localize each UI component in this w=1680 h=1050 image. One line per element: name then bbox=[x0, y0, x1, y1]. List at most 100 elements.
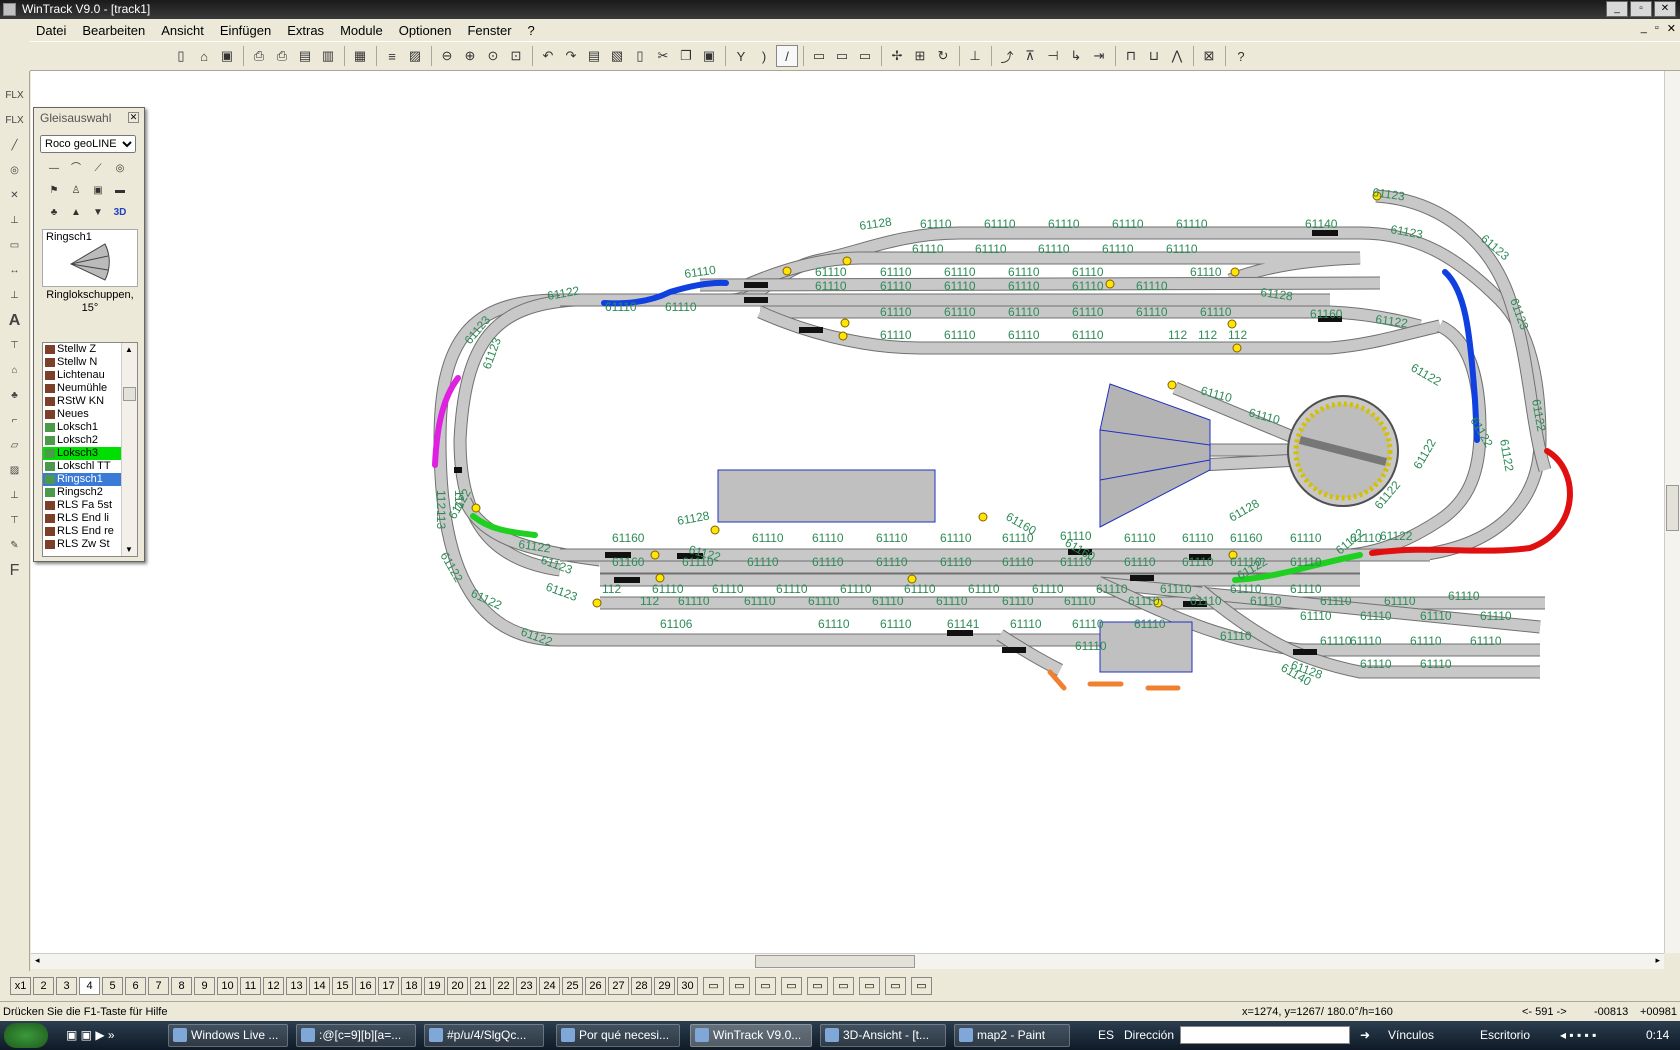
flex-track-icon[interactable]: / bbox=[776, 45, 798, 67]
text-icon[interactable]: A bbox=[4, 310, 26, 332]
landscape-icon[interactable]: ▱ bbox=[4, 435, 26, 457]
page-tab[interactable]: x1 bbox=[10, 977, 31, 995]
list-item[interactable]: RLS Zw St bbox=[43, 538, 121, 551]
up-palette-icon[interactable]: ▲ bbox=[68, 205, 84, 221]
taskbar-item[interactable]: Windows Live ... bbox=[168, 1024, 288, 1047]
bridge-icon[interactable]: ⊓ bbox=[1120, 45, 1142, 67]
shed-palette-icon[interactable]: ▣ bbox=[90, 183, 106, 199]
edit-icon[interactable]: ✎ bbox=[4, 535, 26, 557]
part-list[interactable]: Stellw Z Stellw N Lichtenau Neumühle RSt… bbox=[42, 342, 138, 557]
page-tab[interactable]: 27 bbox=[608, 977, 629, 995]
menu-ansicht[interactable]: Ansicht bbox=[153, 23, 212, 38]
quicklaunch-icons[interactable]: ▣ ▣ ▶ » bbox=[66, 1021, 115, 1050]
page-tab[interactable]: 18 bbox=[401, 977, 422, 995]
arrange-icon[interactable]: ▭ bbox=[854, 45, 876, 67]
dimension-icon[interactable]: ↔ bbox=[4, 260, 26, 282]
switch-track-icon[interactable]: ⟋ bbox=[90, 161, 106, 177]
crossing-icon[interactable]: ✕ bbox=[4, 185, 26, 207]
view-4-icon[interactable]: ▭ bbox=[885, 977, 906, 995]
print-icon[interactable]: ⎙ bbox=[271, 45, 293, 67]
terrain-icon[interactable]: ⋀ bbox=[1166, 45, 1188, 67]
go-arrow-icon[interactable]: ➜ bbox=[1360, 1021, 1370, 1050]
page-tab[interactable]: 20 bbox=[447, 977, 468, 995]
switch-motor[interactable] bbox=[454, 467, 462, 473]
maximize-button[interactable]: ▫ bbox=[1630, 1, 1652, 17]
list-scrollbar[interactable]: ▲ ▼ bbox=[121, 343, 137, 556]
track-system-select[interactable]: Roco geoLINE bbox=[40, 135, 136, 153]
vertical-scrollbar[interactable] bbox=[1664, 71, 1680, 953]
page-tab[interactable]: 24 bbox=[539, 977, 560, 995]
taskbar-item[interactable]: map2 - Paint bbox=[954, 1024, 1070, 1047]
switch-marker[interactable] bbox=[471, 503, 481, 513]
menu-module[interactable]: Module bbox=[332, 23, 391, 38]
close-button[interactable]: ✕ bbox=[1654, 1, 1676, 17]
doc-close-button[interactable]: ✕ bbox=[1667, 22, 1676, 35]
list-item[interactable]: Loksch1 bbox=[43, 421, 121, 434]
page-tab[interactable]: 3 bbox=[56, 977, 77, 995]
start-button[interactable] bbox=[4, 1023, 48, 1048]
save-icon[interactable]: ▣ bbox=[216, 45, 238, 67]
settings-icon[interactable]: ≡ bbox=[381, 45, 403, 67]
level-icon[interactable]: ⊥ bbox=[4, 485, 26, 507]
down-palette-icon[interactable]: ▼ bbox=[90, 205, 106, 221]
flex-2-icon[interactable]: FLX bbox=[4, 110, 26, 132]
rotate-180-icon[interactable]: ↻ bbox=[932, 45, 954, 67]
graph-icon[interactable]: ▨ bbox=[4, 460, 26, 482]
switch-tool-icon[interactable]: Y bbox=[730, 45, 752, 67]
page-tab[interactable]: 22 bbox=[493, 977, 514, 995]
track-segment-fill[interactable] bbox=[699, 277, 1381, 291]
context-help-icon[interactable]: ? bbox=[1230, 45, 1252, 67]
taskbar-item[interactable]: 3D-Ansicht - [t... bbox=[820, 1024, 946, 1047]
properties-icon[interactable]: ▤ bbox=[583, 45, 605, 67]
align-icon[interactable]: ▭ bbox=[831, 45, 853, 67]
scale-icon[interactable]: ⊤ bbox=[4, 510, 26, 532]
3d-view-icon[interactable]: ⊠ bbox=[1198, 45, 1220, 67]
page-tab[interactable]: 16 bbox=[355, 977, 376, 995]
page-tab[interactable]: 15 bbox=[332, 977, 353, 995]
track-icon[interactable]: ╱ bbox=[4, 135, 26, 157]
highlight-stroke[interactable] bbox=[1047, 669, 1181, 691]
parts-list-icon[interactable]: ▥ bbox=[317, 45, 339, 67]
page-tab[interactable]: 2 bbox=[33, 977, 54, 995]
taskbar-item[interactable]: :@[c=9][b][a=... bbox=[296, 1024, 416, 1047]
curve-tool-icon[interactable]: ) bbox=[753, 45, 775, 67]
taskbar-item[interactable]: Por qué necesi... bbox=[556, 1024, 680, 1047]
page-tab[interactable]: 29 bbox=[654, 977, 675, 995]
palette-close-button[interactable]: ✕ bbox=[128, 112, 139, 123]
switch-marker[interactable] bbox=[838, 331, 848, 341]
track-color-icon[interactable]: ▭ bbox=[729, 977, 750, 995]
page-tab[interactable]: 26 bbox=[585, 977, 606, 995]
list-item[interactable]: Ringsch2 bbox=[43, 486, 121, 499]
list-item[interactable]: Neues bbox=[43, 408, 121, 421]
loco-palette-icon[interactable]: ▬ bbox=[112, 183, 128, 199]
switch-marker[interactable] bbox=[710, 525, 720, 535]
list-item[interactable]: RLS Fa 5st bbox=[43, 499, 121, 512]
switch-motor[interactable] bbox=[1002, 647, 1026, 653]
language-indicator[interactable]: ES bbox=[1098, 1021, 1114, 1050]
doc-restore-button[interactable]: ▫ bbox=[1655, 22, 1659, 35]
view-2-icon[interactable]: ▭ bbox=[833, 977, 854, 995]
list-item[interactable]: Stellw N bbox=[43, 356, 121, 369]
3d-palette-icon[interactable]: 3D bbox=[112, 205, 128, 221]
switch-marker[interactable] bbox=[650, 550, 660, 560]
doc-minimize-button[interactable]: _ bbox=[1641, 22, 1647, 35]
switch-motor[interactable] bbox=[1293, 649, 1317, 655]
gradient-icon[interactable]: ⊼ bbox=[1019, 45, 1041, 67]
tree-palette-icon[interactable]: ♣ bbox=[46, 205, 62, 221]
switch-marker[interactable] bbox=[655, 573, 665, 583]
switch-marker[interactable] bbox=[1227, 319, 1237, 329]
tree-icon[interactable]: ♣ bbox=[4, 385, 26, 407]
print-setup-icon[interactable]: ▤ bbox=[294, 45, 316, 67]
switch-marker[interactable] bbox=[592, 598, 602, 608]
height-marker-icon[interactable]: ⊥ bbox=[4, 285, 26, 307]
page-tab[interactable]: 17 bbox=[378, 977, 399, 995]
zoom-out-icon[interactable]: ⊖ bbox=[436, 45, 458, 67]
cut-icon[interactable]: ✂ bbox=[652, 45, 674, 67]
stack-icon[interactable]: ▭ bbox=[781, 977, 802, 995]
joint-icon[interactable]: ↳ bbox=[1065, 45, 1087, 67]
menu-datei[interactable]: Datei bbox=[28, 23, 74, 38]
page-tab[interactable]: 4 bbox=[79, 977, 100, 995]
track-selection-palette[interactable]: Gleisauswahl ✕ Roco geoLINE — ⌒ ⟋ ◎ ⚑ ♙ … bbox=[33, 107, 145, 562]
layers-icon[interactable]: ▧ bbox=[606, 45, 628, 67]
switch-motor[interactable] bbox=[744, 297, 768, 303]
